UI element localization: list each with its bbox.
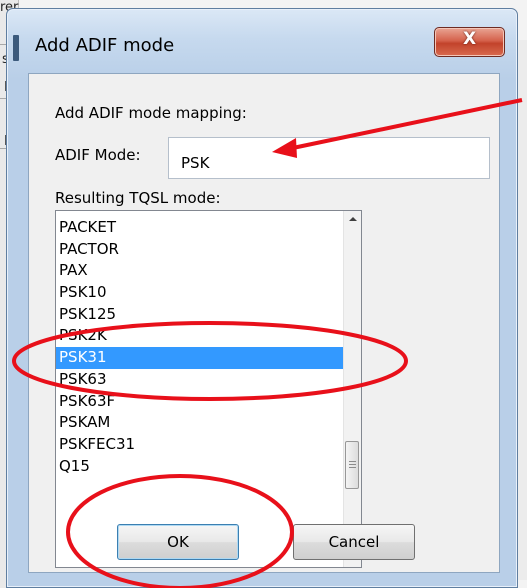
dialog-body: Add ADIF mode mapping: ADIF Mode: Result… [28,73,500,573]
title-bar[interactable]: Add ADIF mode X [7,9,517,73]
list-item[interactable]: PSK63 [56,369,346,391]
list-item[interactable]: PSK63F [56,391,346,413]
ok-button[interactable]: OK [117,524,239,560]
adif-mode-input[interactable] [168,137,490,179]
adif-mode-label: ADIF Mode: [55,146,141,164]
window-icon [13,35,19,61]
list-item[interactable]: PACTOR [56,239,346,261]
close-icon: X [462,29,477,49]
cancel-button[interactable]: Cancel [293,524,415,560]
list-item[interactable]: PACKET [56,217,346,239]
scroll-up-arrow-icon[interactable] [344,211,361,228]
resulting-mode-label: Resulting TQSL mode: [55,189,221,207]
list-scrollbar[interactable] [343,211,361,567]
tqsl-mode-list[interactable]: PACKET PACTOR PAX PSK10 PSK125 PSK2K PSK31 PSK6… [55,210,362,568]
list-item[interactable]: PSK2K [56,325,346,347]
add-adif-mode-dialog: Add ADIF mode X Add ADIF mode mapping: A… [6,8,518,588]
list-item[interactable]: PSK10 [56,282,346,304]
scroll-thumb[interactable] [345,441,359,489]
list-item[interactable]: PSK125 [56,304,346,326]
close-button[interactable]: X [434,27,505,57]
list-item[interactable]: PSKAM [56,412,346,434]
dialog-title: Add ADIF mode [35,35,175,56]
list-item[interactable]: PSK31 [56,347,346,369]
list-item[interactable]: PSKFEC31 [56,434,346,456]
mapping-heading: Add ADIF mode mapping: [55,104,247,122]
list-item[interactable]: PAX [56,260,346,282]
list-item[interactable]: Q15 [56,456,346,478]
